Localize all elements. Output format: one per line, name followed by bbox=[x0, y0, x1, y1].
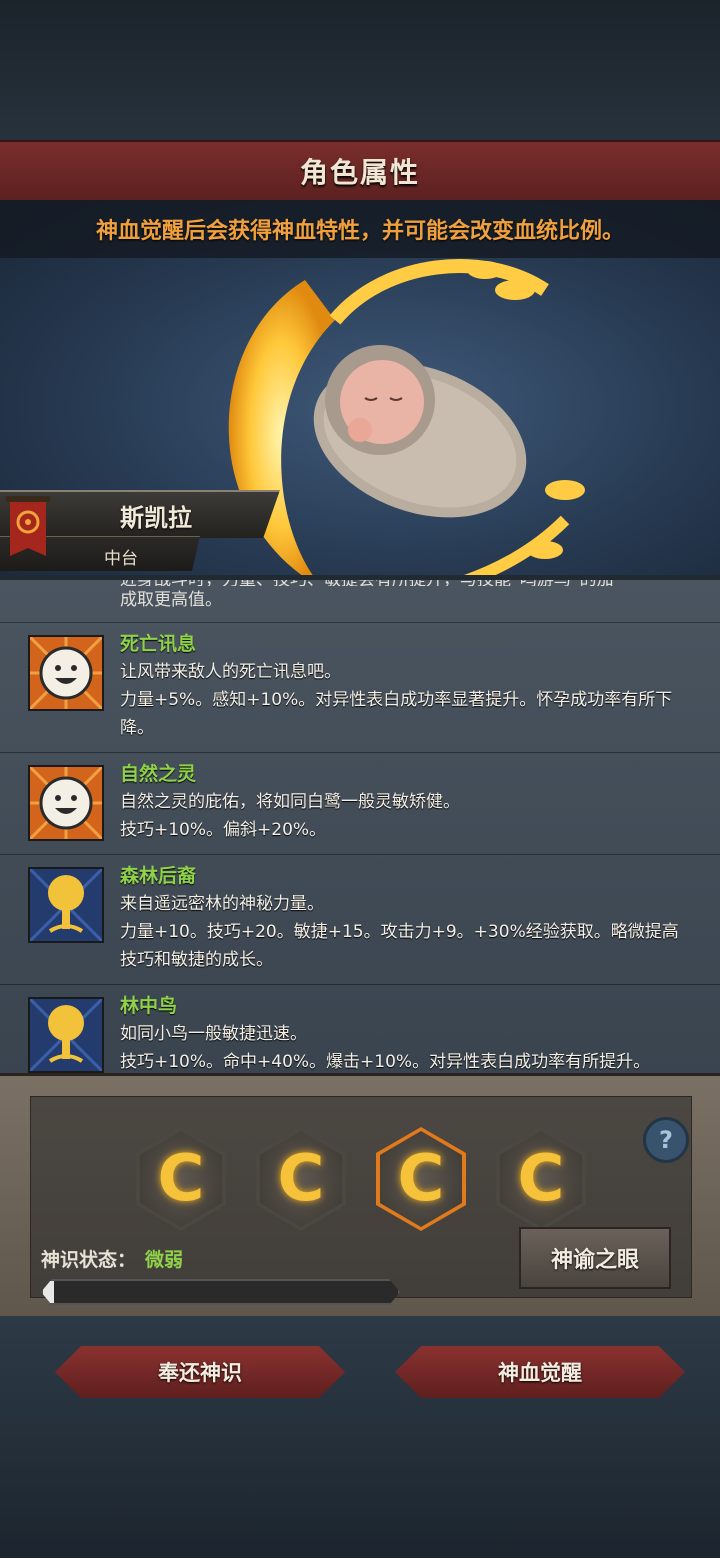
trait-item[interactable]: 自然之灵 自然之灵的庇佑，将如同白鹭一般灵敏矫健。 技巧+10%。偏斜+20%。 bbox=[0, 753, 720, 855]
trait-name: 林中鸟 bbox=[120, 995, 178, 1017]
window-title: 角色属性 bbox=[299, 156, 420, 189]
divine-progress-bar bbox=[41, 1279, 400, 1305]
divine-sense-panel: C C C C ? 神识状态： 微弱 神谕之眼 bbox=[0, 1073, 720, 1319]
golden-moon-icon: C bbox=[397, 1142, 445, 1216]
action-footer: 奉还神识 神血觉醒 bbox=[0, 1316, 720, 1558]
trait-list-panel[interactable]: 近身战斗时，力量、技巧、敏捷会有所提升，与技能“鸣游鸟”的加 成取更高值。 死亡… bbox=[0, 577, 720, 1076]
help-icon[interactable]: ? bbox=[643, 1117, 689, 1163]
divine-slot-selected[interactable]: C bbox=[376, 1127, 466, 1231]
trait-description: 自然之灵的庇佑，将如同白鹭一般灵敏矫健。 bbox=[120, 792, 460, 812]
divine-blood-awaken-button[interactable]: 神血觉醒 bbox=[395, 1346, 685, 1398]
divine-slot[interactable]: C bbox=[256, 1127, 346, 1231]
trait-cut-line: 近身战斗时，力量、技巧、敏捷会有所提升，与技能“鸣游鸟”的加 bbox=[0, 580, 720, 586]
character-name: 斯凯拉 bbox=[120, 504, 192, 532]
trait-stats: 力量+5%。感知+10%。对异性表白成功率显著提升。怀孕成功率有所下降。 bbox=[120, 690, 673, 738]
trait-stats: 技巧+10%。命中+40%。爆击+10%。对异性表白成功率有所提升。 bbox=[120, 1052, 651, 1072]
trait-description: 让风带来敌人的死亡讯息吧。 bbox=[120, 662, 341, 682]
smiley-icon bbox=[28, 635, 104, 711]
trait-item[interactable]: 林中鸟 如同小鸟一般敏捷迅速。 技巧+10%。命中+40%。爆击+10%。对异性… bbox=[0, 985, 720, 1076]
character-position: 中台 bbox=[104, 549, 138, 569]
trait-stats: 技巧+10%。偏斜+20%。 bbox=[120, 820, 327, 840]
return-divine-sense-button[interactable]: 奉还神识 bbox=[55, 1346, 345, 1398]
divine-status-label: 神识状态： bbox=[41, 1249, 137, 1271]
hint-text: 神血觉醒后会获得神血特性，并可能会改变血统比例。 bbox=[95, 219, 624, 244]
tree-icon bbox=[28, 997, 104, 1073]
trait-list: 近身战斗时，力量、技巧、敏捷会有所提升，与技能“鸣游鸟”的加 成取更高值。 死亡… bbox=[0, 580, 720, 1076]
trait-name: 自然之灵 bbox=[120, 763, 197, 785]
golden-moon-icon: C bbox=[277, 1142, 325, 1216]
divine-slot[interactable]: C bbox=[136, 1127, 226, 1231]
trait-name: 死亡讯息 bbox=[120, 633, 197, 655]
trait-stats: 力量+10。技巧+20。敏捷+15。攻击力+9。+30%经验获取。略微提高技巧和… bbox=[120, 922, 679, 970]
trait-description: 来自遥远密林的神秘力量。 bbox=[120, 894, 324, 914]
tree-icon bbox=[28, 867, 104, 943]
hint-bar: 神血觉醒后会获得神血特性，并可能会改变血统比例。 bbox=[0, 200, 720, 258]
crest-flag-icon bbox=[6, 496, 50, 556]
trait-item[interactable]: 森林后裔 来自遥远密林的神秘力量。 力量+10。技巧+20。敏捷+15。攻击力+… bbox=[0, 855, 720, 985]
divine-progress-fill bbox=[43, 1281, 54, 1303]
trait-item[interactable]: 死亡讯息 让风带来敌人的死亡讯息吧。 力量+5%。感知+10%。对异性表白成功率… bbox=[0, 623, 720, 753]
title-bar: 角色属性 bbox=[0, 140, 720, 202]
smiley-icon bbox=[28, 765, 104, 841]
trait-description: 如同小鸟一般敏捷迅速。 bbox=[120, 1024, 307, 1044]
top-background bbox=[0, 0, 720, 140]
divine-sense-box: C C C C ? 神识状态： 微弱 神谕之眼 bbox=[30, 1096, 692, 1305]
oracle-eye-button[interactable]: 神谕之眼 bbox=[519, 1227, 671, 1289]
swaddled-baby-portrait bbox=[313, 345, 527, 518]
divine-status-value: 微弱 bbox=[145, 1249, 184, 1271]
trait-cut-line: 成取更高值。 bbox=[0, 586, 720, 623]
divine-slot[interactable]: C bbox=[496, 1127, 586, 1231]
trait-name: 森林后裔 bbox=[120, 865, 197, 887]
golden-moon-icon: C bbox=[517, 1142, 565, 1216]
golden-moon-icon: C bbox=[157, 1142, 205, 1216]
